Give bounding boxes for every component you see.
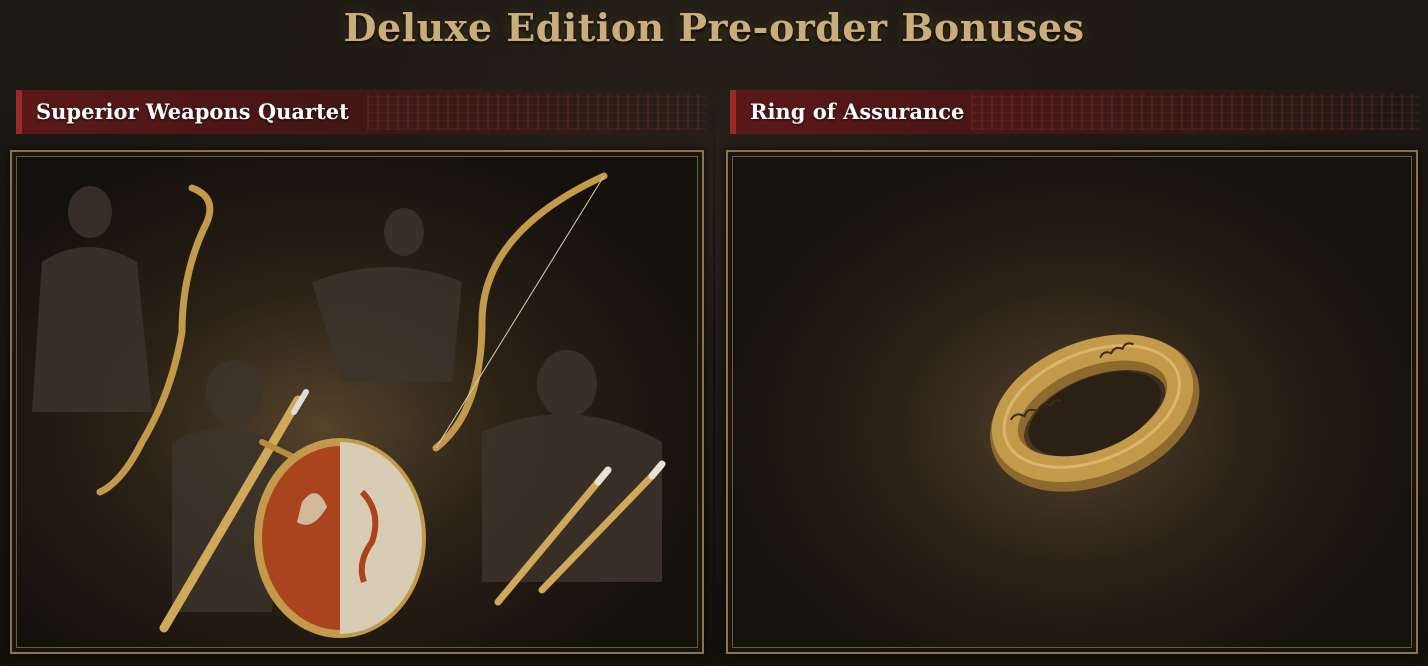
character-knight-head <box>206 360 262 424</box>
weapons-illustration <box>32 172 666 638</box>
section-header-ring: Ring of Assurance <box>730 90 1420 134</box>
ring-icon <box>990 334 1200 492</box>
bonus-page: Deluxe Edition Pre-order Bonuses Superio… <box>0 0 1428 666</box>
page-title: Deluxe Edition Pre-order Bonuses <box>343 5 1085 50</box>
column-divider <box>713 60 715 666</box>
weapons-artwork <box>10 150 704 654</box>
header-ornament <box>367 94 706 130</box>
character-warrior-body <box>32 247 152 412</box>
section-title-ring: Ring of Assurance <box>750 99 965 124</box>
character-archer-body <box>312 267 462 382</box>
shield-icon <box>254 438 426 638</box>
character-warrior-head <box>68 186 112 238</box>
section-header-weapons: Superior Weapons Quartet <box>16 90 706 134</box>
header-ornament <box>971 94 1420 130</box>
ring-artwork <box>726 150 1418 654</box>
character-brute-head <box>537 350 597 418</box>
ring-illustration <box>990 334 1200 492</box>
section-title-weapons: Superior Weapons Quartet <box>36 99 349 124</box>
character-archer-head <box>384 208 424 256</box>
